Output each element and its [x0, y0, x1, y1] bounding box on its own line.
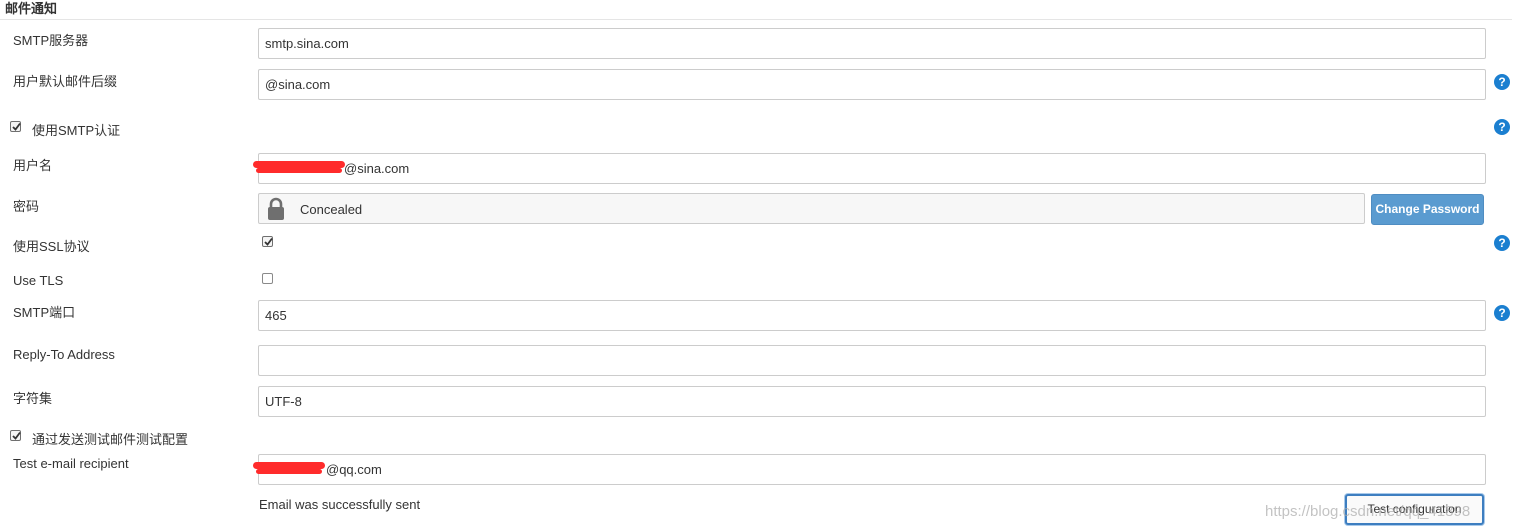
- username-label: 用户名: [13, 158, 53, 173]
- username-input[interactable]: @sina.com: [258, 153, 1486, 184]
- smtp-auth-label: 使用SMTP认证: [32, 123, 121, 138]
- reply-to-input[interactable]: [258, 345, 1486, 376]
- check-icon: [264, 237, 273, 246]
- default-suffix-input[interactable]: @sina.com: [258, 69, 1486, 100]
- use-ssl-checkbox[interactable]: [262, 236, 273, 247]
- smtp-server-input[interactable]: smtp.sina.com: [258, 28, 1486, 59]
- smtp-auth-help-icon[interactable]: ?: [1494, 119, 1510, 135]
- test-recipient-label: Test e-mail recipient: [13, 456, 129, 471]
- username-redaction-2: [256, 168, 342, 173]
- smtp-port-help-icon[interactable]: ?: [1494, 305, 1510, 321]
- smtp-server-label: SMTP服务器: [13, 33, 89, 48]
- watermark: https://blog.csdn.net/qq_41898: [1265, 503, 1471, 520]
- reply-to-label: Reply-To Address: [13, 347, 115, 362]
- recipient-redaction: [253, 462, 325, 469]
- section-divider: [0, 19, 1512, 20]
- smtp-port-label: SMTP端口: [13, 305, 76, 320]
- lock-icon: [268, 197, 284, 220]
- charset-input[interactable]: UTF-8: [258, 386, 1486, 417]
- test-recipient-input[interactable]: @qq.com: [258, 454, 1486, 485]
- test-by-send-checkbox[interactable]: [10, 430, 21, 441]
- username-redaction: [253, 161, 345, 168]
- check-icon: [12, 431, 21, 440]
- change-password-button[interactable]: Change Password: [1371, 194, 1484, 225]
- default-suffix-label: 用户默认邮件后缀: [13, 74, 118, 89]
- section-title: 邮件通知: [5, 1, 58, 16]
- smtp-auth-checkbox[interactable]: [10, 121, 21, 132]
- smtp-port-input[interactable]: 465: [258, 300, 1486, 331]
- use-ssl-help-icon[interactable]: ?: [1494, 235, 1510, 251]
- test-by-send-label: 通过发送测试邮件测试配置: [32, 432, 189, 447]
- use-tls-checkbox[interactable]: [262, 273, 273, 284]
- recipient-redaction-2: [256, 469, 322, 474]
- password-label: 密码: [13, 199, 40, 214]
- use-ssl-label: 使用SSL协议: [13, 239, 90, 254]
- password-concealed-text: Concealed: [300, 202, 363, 217]
- check-icon: [12, 122, 21, 131]
- send-status-text: Email was successfully sent: [259, 497, 421, 512]
- default-suffix-help-icon[interactable]: ?: [1494, 74, 1510, 90]
- password-field[interactable]: Concealed: [258, 193, 1365, 224]
- use-tls-label: Use TLS: [13, 273, 64, 288]
- charset-label: 字符集: [13, 391, 53, 406]
